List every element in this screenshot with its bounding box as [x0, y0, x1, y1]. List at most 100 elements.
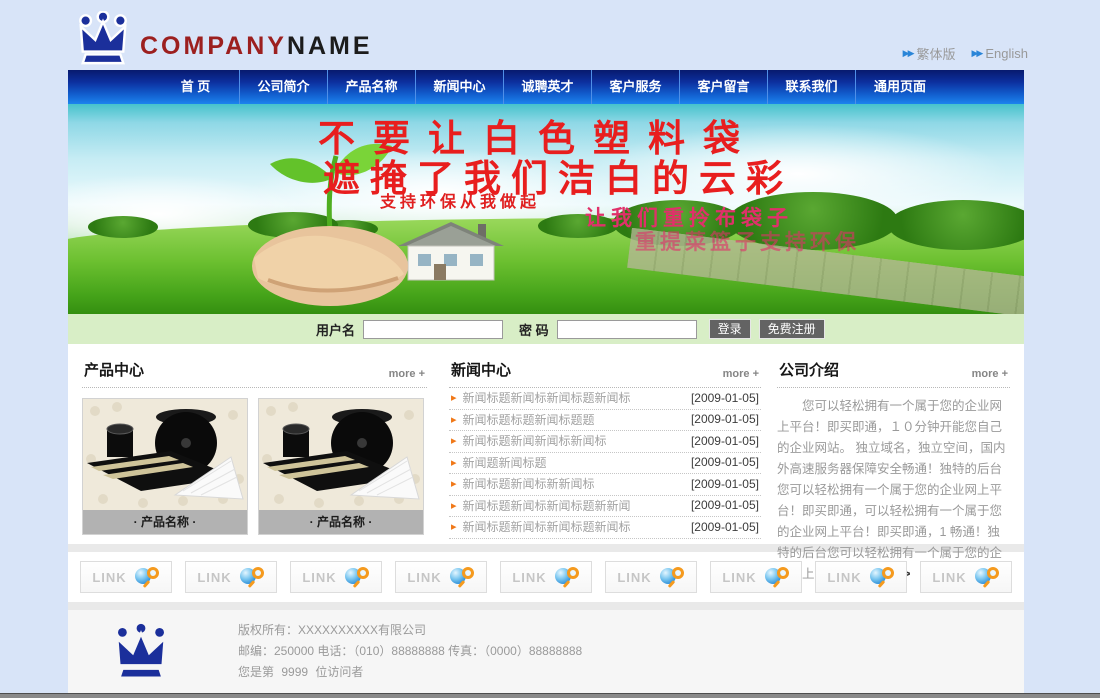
login-bar: 用户名 密 码 登录 免费注册 [68, 314, 1024, 344]
friend-link-label: LINK [92, 570, 126, 585]
news-item-date: [2009-01-05] [691, 520, 759, 534]
search-globe-icon [345, 566, 370, 588]
news-item[interactable]: ▸ 新闻标题新闻标新闻标题新闻标 [2009-01-05] [449, 517, 761, 539]
bush-shape [88, 216, 158, 238]
lang-link-english[interactable]: ▶▶ English [972, 44, 1028, 63]
register-button[interactable]: 免费注册 [759, 319, 825, 339]
product-caption: · 产品名称 · [83, 510, 247, 534]
nav-item-feedback[interactable]: 客户留言 [680, 70, 768, 104]
friend-link-label: LINK [197, 570, 231, 585]
search-globe-icon [765, 566, 790, 588]
news-item-title: 新闻标题标题新闻标题题 [463, 411, 685, 428]
about-title: 公司介绍 [779, 359, 839, 380]
search-globe-icon [870, 566, 895, 588]
nav-item-about[interactable]: 公司简介 [240, 70, 328, 104]
nav-item-home[interactable]: 首 页 [152, 70, 240, 104]
news-item-title: 新闻题新闻标题 [463, 454, 685, 471]
product-card[interactable]: · 产品名称 · [258, 398, 424, 535]
arrow-right-icon: ▸ [451, 413, 457, 426]
news-section: 新闻中心 more + ▸ 新闻标题新闻标新闻标题新闻标 [2009-01-05… [449, 356, 761, 544]
site-footer: 版权所有：XXXXXXXXXX有限公司 邮编：250000 电话：（010）88… [68, 610, 1024, 693]
friend-link[interactable]: LINK [605, 561, 697, 593]
news-item-title: 新闻标题新闻标新新闻标 [463, 475, 685, 492]
news-item-title: 新闻标题新闻新闻标新闻标 [463, 432, 685, 449]
arrow-right-icon: ▸ [451, 456, 457, 469]
arrow-right-icon: ▸ [451, 520, 457, 533]
arrow-right-icon: ▸ [451, 391, 457, 404]
about-body: 您可以轻松拥有一个属于您的企业网上平台！即买即通，１０分钟开能您自己的企业网站。… [777, 399, 1005, 581]
nav-item-contact[interactable]: 联系我们 [768, 70, 856, 104]
about-section: 公司介绍 more + 您可以轻松拥有一个属于您的企业网上平台！即买即通，１０分… [777, 356, 1010, 544]
arrow-right-icon: ▸ [451, 499, 457, 512]
product-card[interactable]: · 产品名称 · [82, 398, 248, 535]
news-item-date: [2009-01-05] [691, 434, 759, 448]
friend-link[interactable]: LINK [815, 561, 907, 593]
lang-link-label: 繁体版 [917, 44, 956, 63]
search-globe-icon [975, 566, 1000, 588]
section-divider [68, 602, 1024, 610]
password-label: 密 码 [519, 320, 549, 339]
search-globe-icon [135, 566, 160, 588]
news-item[interactable]: ▸ 新闻标题新闻标新闻标题新闻标 [2009-01-05] [449, 388, 761, 410]
username-input[interactable] [363, 320, 503, 339]
nav-item-generic[interactable]: 通用页面 [856, 70, 944, 104]
news-item-date: [2009-01-05] [691, 455, 759, 469]
crown-logo-icon [74, 11, 132, 67]
friend-link[interactable]: LINK [920, 561, 1012, 593]
news-item-date: [2009-01-05] [691, 498, 759, 512]
visitor-suffix: 位访问者 [315, 665, 363, 679]
friend-link[interactable]: LINK [290, 561, 382, 593]
login-button[interactable]: 登录 [709, 319, 751, 339]
site-header: COMPANYNAME ▶▶ 繁体版 ▶▶ English [68, 0, 1024, 70]
contact-line: 邮编：250000 电话：（010）88888888 传真：（0000）8888… [238, 641, 582, 662]
friend-link[interactable]: LINK [710, 561, 802, 593]
product-caption: · 产品名称 · [259, 510, 423, 534]
friend-link-label: LINK [407, 570, 441, 585]
banner-subline: 支持环保从我做起 [380, 188, 540, 212]
news-item-title: 新闻标题新闻标新闻标题新新闻 [463, 497, 685, 514]
nav-item-news[interactable]: 新闻中心 [416, 70, 504, 104]
search-globe-icon [555, 566, 580, 588]
news-item[interactable]: ▸ 新闻题新闻标题 [2009-01-05] [449, 453, 761, 475]
page: COMPANYNAME ▶▶ 繁体版 ▶▶ English 首 页 公司简介 产… [68, 0, 1024, 693]
arrow-right-icon: ▸ [451, 434, 457, 447]
news-more-link[interactable]: more + [723, 368, 759, 380]
news-item-date: [2009-01-05] [691, 412, 759, 426]
username-label: 用户名 [316, 320, 355, 339]
news-item[interactable]: ▸ 新闻标题新闻标新新闻标 [2009-01-05] [449, 474, 761, 496]
window-bottom-edge [0, 693, 1100, 698]
news-item-date: [2009-01-05] [691, 391, 759, 405]
search-globe-icon [660, 566, 685, 588]
language-switcher: ▶▶ 繁体版 ▶▶ English [903, 44, 1028, 63]
friend-link-label: LINK [302, 570, 336, 585]
products-section: 产品中心 more + [82, 356, 427, 544]
about-more-link[interactable]: more + [972, 368, 1008, 380]
friend-link[interactable]: LINK [395, 561, 487, 593]
products-more-link[interactable]: more + [389, 368, 425, 380]
products-header: 产品中心 more + [82, 356, 427, 388]
double-arrow-icon: ▶▶ [903, 48, 913, 59]
friend-link[interactable]: LINK [80, 561, 172, 593]
lang-link-label: English [985, 46, 1028, 61]
nav-item-service[interactable]: 客户服务 [592, 70, 680, 104]
friend-link[interactable]: LINK [500, 561, 592, 593]
product-cards: · 产品名称 · [82, 398, 427, 535]
news-item[interactable]: ▸ 新闻标题标题新闻标题题 [2009-01-05] [449, 410, 761, 432]
main-nav: 首 页 公司简介 产品名称 新闻中心 诚聘英才 客户服务 客户留言 联系我们 通… [68, 70, 1024, 104]
about-paragraph: 您可以轻松拥有一个属于您的企业网上平台！即买即通，１０分钟开能您自己的企业网站。… [777, 396, 1010, 585]
brand-part-company: COMPANY [140, 32, 287, 60]
products-title: 产品中心 [84, 359, 144, 380]
password-input[interactable] [557, 320, 697, 339]
nav-item-products[interactable]: 产品名称 [328, 70, 416, 104]
lang-link-traditional[interactable]: ▶▶ 繁体版 [903, 44, 956, 63]
news-item-title: 新闻标题新闻标新闻标题新闻标 [463, 518, 685, 535]
news-item-date: [2009-01-05] [691, 477, 759, 491]
friend-link[interactable]: LINK [185, 561, 277, 593]
news-item[interactable]: ▸ 新闻标题新闻标新闻标题新新闻 [2009-01-05] [449, 496, 761, 518]
copyright-line: 版权所有：XXXXXXXXXX有限公司 [238, 620, 582, 641]
friend-link-label: LINK [827, 570, 861, 585]
news-item[interactable]: ▸ 新闻标题新闻新闻标新闻标 [2009-01-05] [449, 431, 761, 453]
friend-link-label: LINK [512, 570, 546, 585]
nav-item-jobs[interactable]: 诚聘英才 [504, 70, 592, 104]
visitor-prefix: 您是第 [238, 665, 274, 679]
